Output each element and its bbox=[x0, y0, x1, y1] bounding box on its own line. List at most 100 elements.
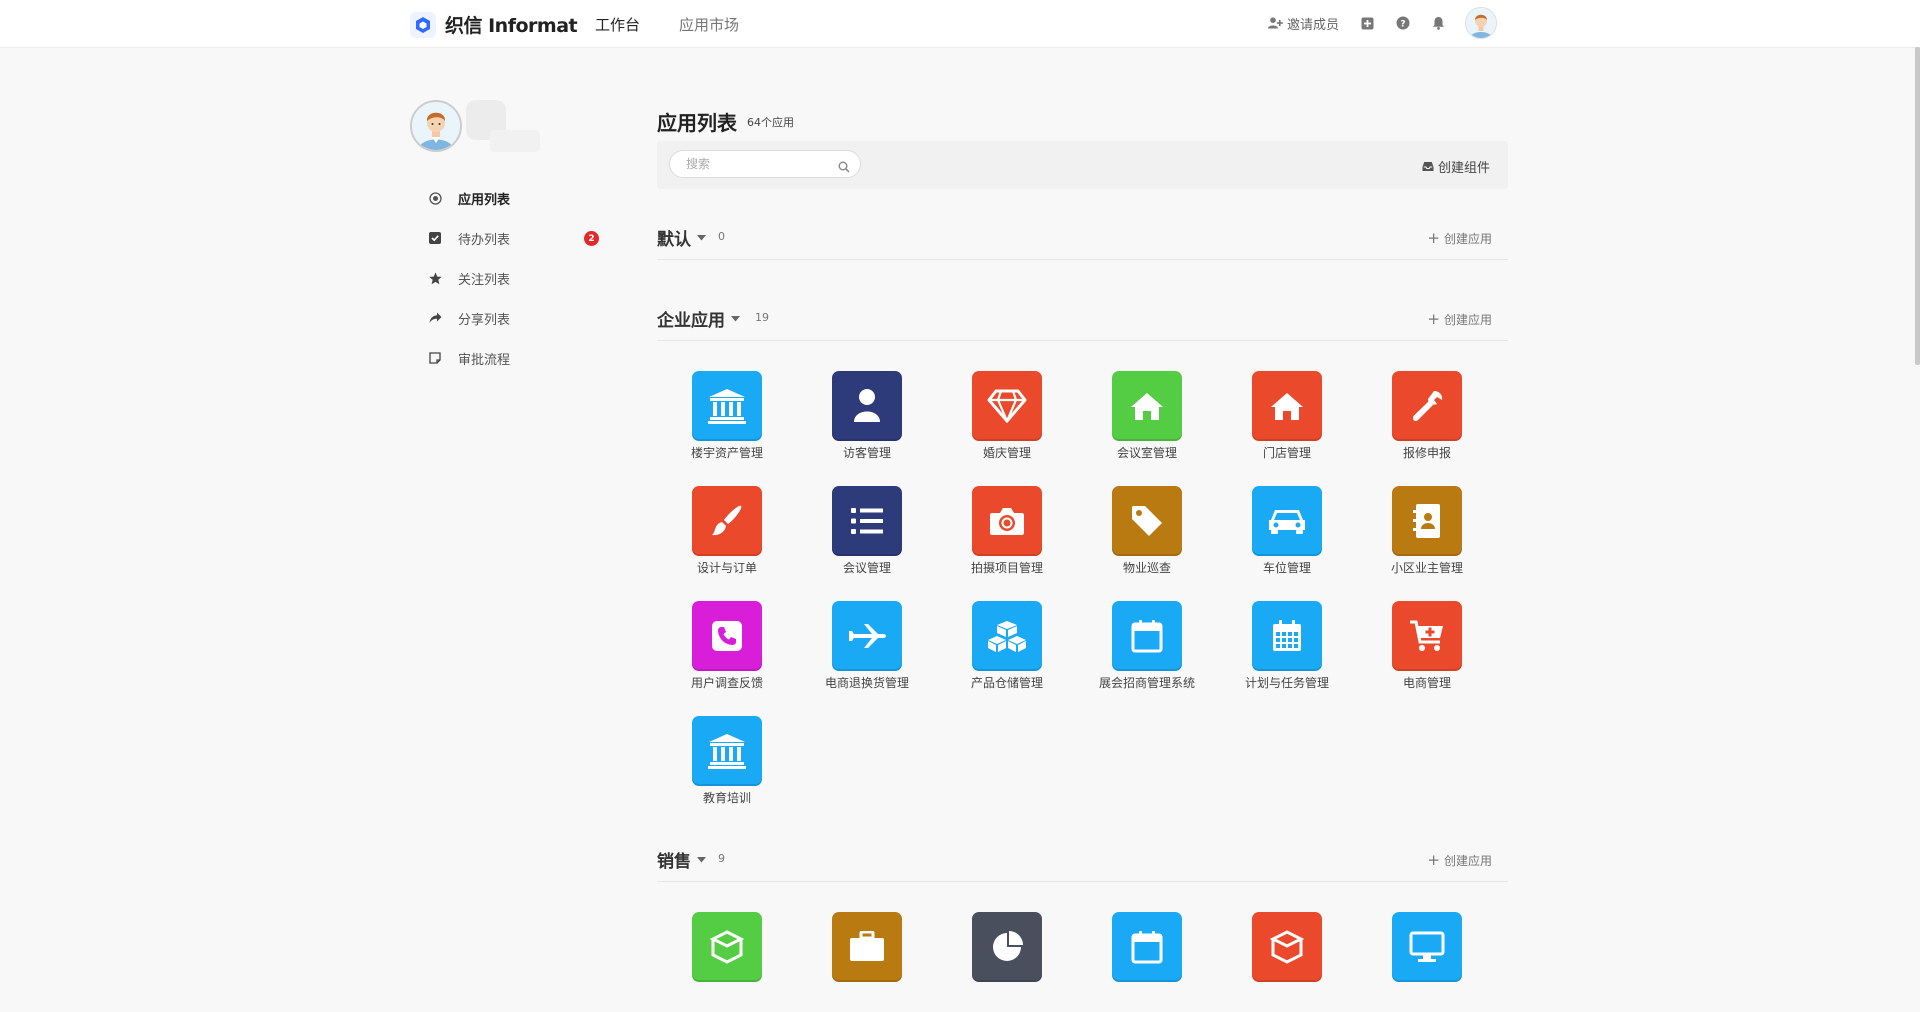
app-name: 婚庆管理 bbox=[982, 446, 1031, 460]
contact-book-icon bbox=[1392, 486, 1462, 556]
sidebar-item-label: 关注列表 bbox=[458, 272, 511, 288]
app-count: 64个应用 bbox=[747, 116, 794, 129]
help-icon[interactable]: ? bbox=[1396, 16, 1410, 30]
add-square-icon[interactable] bbox=[1361, 17, 1374, 30]
app-toolbar: 创建组件 bbox=[657, 141, 1508, 189]
bank-icon bbox=[692, 716, 762, 786]
app-card[interactable] bbox=[797, 912, 937, 1012]
group-count: 0 bbox=[718, 230, 725, 243]
group-toggle[interactable]: 企业应用 bbox=[657, 306, 740, 331]
app-name: 车位管理 bbox=[1262, 561, 1311, 575]
app-card[interactable]: 计划与任务管理 bbox=[1217, 601, 1357, 701]
app-card[interactable]: 婚庆管理 bbox=[937, 371, 1077, 471]
app-card[interactable]: 会议管理 bbox=[797, 486, 937, 586]
app-name: 拍摄项目管理 bbox=[970, 561, 1043, 575]
plane-icon bbox=[832, 601, 902, 671]
app-card[interactable]: 会议室管理 bbox=[1077, 371, 1217, 471]
caret-down-icon bbox=[731, 315, 740, 321]
app-name: 电商退换货管理 bbox=[824, 676, 909, 690]
search-icon[interactable] bbox=[838, 158, 850, 177]
sidebar-item-share-list[interactable]: 分享列表 bbox=[428, 308, 510, 328]
group-count: 19 bbox=[755, 311, 769, 324]
app-card[interactable]: 报修申报 bbox=[1357, 371, 1497, 471]
app-name: 会议管理 bbox=[842, 561, 891, 575]
app-name: 物业巡查 bbox=[1122, 561, 1171, 575]
page-scrollbar[interactable] bbox=[1915, 47, 1920, 365]
cube-icon bbox=[692, 912, 762, 982]
cubes-icon bbox=[972, 601, 1042, 671]
create-app-label: 创建应用 bbox=[1443, 312, 1492, 327]
pie-chart-icon bbox=[972, 912, 1042, 982]
home-icon bbox=[1112, 371, 1182, 441]
bell-icon[interactable] bbox=[1432, 16, 1445, 30]
app-card[interactable]: 产品仓储管理 bbox=[937, 601, 1077, 701]
plus-icon: + bbox=[1427, 310, 1440, 328]
search-box bbox=[669, 150, 861, 178]
create-app-button[interactable]: + 创建应用 bbox=[1427, 851, 1492, 869]
app-card[interactable]: 用户调查反馈 bbox=[657, 601, 797, 701]
header-actions: 邀请成员 ? bbox=[1268, 7, 1498, 39]
calendar-icon bbox=[1112, 912, 1182, 982]
group-toggle[interactable]: 默认 bbox=[657, 225, 706, 250]
user-avatar[interactable] bbox=[1465, 7, 1498, 39]
invite-members-button[interactable]: 邀请成员 bbox=[1268, 14, 1339, 33]
app-card[interactable]: 物业巡查 bbox=[1077, 486, 1217, 586]
app-card[interactable] bbox=[1217, 912, 1357, 1012]
create-app-label: 创建应用 bbox=[1443, 231, 1492, 246]
page-title: 应用列表 bbox=[657, 111, 737, 135]
sidebar-item-label: 分享列表 bbox=[458, 312, 511, 328]
svg-text:?: ? bbox=[1400, 20, 1405, 30]
app-name: 楼宇资产管理 bbox=[690, 446, 763, 460]
create-app-button[interactable]: + 创建应用 bbox=[1427, 229, 1492, 247]
app-name: 计划与任务管理 bbox=[1244, 676, 1329, 690]
nav-workbench[interactable]: 工作台 bbox=[595, 14, 640, 35]
app-card[interactable]: 车位管理 bbox=[1217, 486, 1357, 586]
app-card[interactable] bbox=[937, 912, 1077, 1012]
invite-label: 邀请成员 bbox=[1287, 17, 1340, 33]
desktop-icon bbox=[1392, 912, 1462, 982]
app-card[interactable]: 访客管理 bbox=[797, 371, 937, 471]
calendar-grid-icon bbox=[1252, 601, 1322, 671]
app-card[interactable]: 电商退换货管理 bbox=[797, 601, 937, 701]
sidebar-item-approval-flow[interactable]: 审批流程 bbox=[428, 348, 510, 368]
group-name: 默认 bbox=[657, 230, 691, 250]
app-card[interactable]: 小区业主管理 bbox=[1357, 486, 1497, 586]
cart-plus-icon bbox=[1392, 601, 1462, 671]
app-card[interactable]: 电商管理 bbox=[1357, 601, 1497, 701]
app-card[interactable]: 拍摄项目管理 bbox=[937, 486, 1077, 586]
sidebar-item-label: 应用列表 bbox=[458, 192, 511, 208]
app-card[interactable] bbox=[1357, 912, 1497, 1012]
calendar-icon bbox=[1112, 601, 1182, 671]
group-toggle[interactable]: 销售 bbox=[657, 847, 706, 872]
app-name: 教育培训 bbox=[702, 791, 751, 805]
note-icon bbox=[428, 352, 442, 364]
app-card[interactable] bbox=[1077, 912, 1217, 1012]
phone-icon bbox=[692, 601, 762, 671]
profile-avatar[interactable] bbox=[410, 100, 462, 152]
app-card[interactable]: 教育培训 bbox=[657, 716, 797, 816]
create-widget-button[interactable]: 创建组件 bbox=[1422, 157, 1490, 176]
app-name: 产品仓储管理 bbox=[970, 676, 1043, 690]
app-card[interactable] bbox=[657, 912, 797, 1012]
plus-icon: + bbox=[1427, 851, 1440, 869]
app-card[interactable]: 展会招商管理系统 bbox=[1077, 601, 1217, 701]
create-app-button[interactable]: + 创建应用 bbox=[1427, 310, 1492, 328]
app-name: 电商管理 bbox=[1402, 676, 1451, 690]
sidebar-item-follow-list[interactable]: 关注列表 bbox=[428, 268, 510, 288]
sidebar-item-app-list[interactable]: 应用列表 bbox=[428, 188, 510, 208]
wrench-icon bbox=[1392, 371, 1462, 441]
car-icon bbox=[1252, 486, 1322, 556]
sidebar-item-label: 待办列表 bbox=[458, 232, 511, 248]
app-name: 报修申报 bbox=[1402, 446, 1451, 460]
app-card[interactable]: 门店管理 bbox=[1217, 371, 1357, 471]
sidebar-item-todo-list[interactable]: 待办列表 bbox=[428, 228, 510, 248]
search-input[interactable] bbox=[684, 156, 838, 172]
nav-app-market[interactable]: 应用市场 bbox=[679, 14, 739, 35]
app-card[interactable]: 设计与订单 bbox=[657, 486, 797, 586]
caret-down-icon bbox=[697, 856, 706, 862]
group-default-header: 默认 0 + 创建应用 bbox=[657, 225, 1508, 260]
brand-logo[interactable]: 织信 Informat bbox=[410, 11, 578, 38]
plus-icon: + bbox=[1427, 229, 1440, 247]
camera-icon bbox=[972, 486, 1042, 556]
app-card[interactable]: 楼宇资产管理 bbox=[657, 371, 797, 471]
